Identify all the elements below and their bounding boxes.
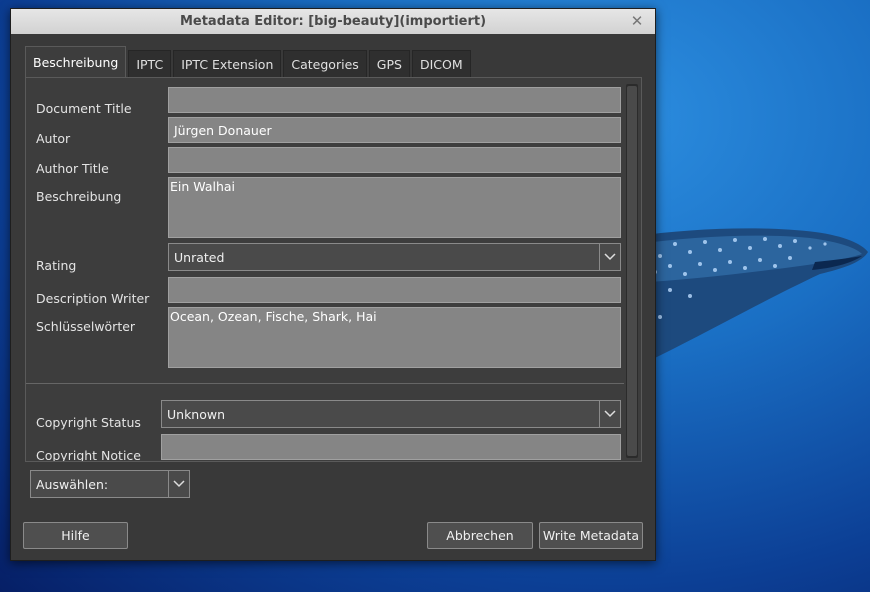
- document-title-label: Document Title: [36, 101, 132, 116]
- schluesselwoerter-textarea[interactable]: Ocean, Ozean, Fische, Shark, Hai: [168, 307, 621, 368]
- description-writer-label: Description Writer: [36, 291, 150, 306]
- autor-label: Autor: [36, 131, 71, 146]
- separator: [26, 383, 624, 384]
- copyright-status-value: Unknown: [167, 406, 226, 422]
- beschreibung-label: Beschreibung: [36, 189, 122, 204]
- tab-gps[interactable]: GPS: [368, 50, 410, 77]
- tab-categories[interactable]: Categories: [283, 50, 367, 77]
- tab-dicom[interactable]: DICOM: [411, 50, 471, 77]
- beschreibung-textarea[interactable]: Ein Walhai: [168, 177, 621, 238]
- window-title: Metadata Editor: [big-beauty](importiert…: [179, 14, 487, 29]
- document-title-field[interactable]: [168, 87, 621, 113]
- tab-bar: Beschreibung IPTC IPTC Extension Categor…: [25, 46, 473, 77]
- tab-iptc[interactable]: IPTC: [128, 50, 172, 77]
- auswaehlen-dropdown[interactable]: Auswählen:: [30, 470, 190, 498]
- copyright-notice-field[interactable]: [161, 434, 621, 460]
- title-bar: Metadata Editor: [big-beauty](importiert…: [11, 9, 655, 34]
- chevron-down-icon: [599, 401, 620, 427]
- vertical-scrollbar[interactable]: [626, 84, 638, 458]
- schluesselwoerter-label: Schlüsselwörter: [36, 319, 136, 334]
- auswaehlen-value: Auswählen:: [36, 476, 109, 492]
- write-metadata-button[interactable]: Write Metadata: [539, 522, 643, 549]
- rating-dropdown[interactable]: Unrated: [168, 243, 621, 271]
- cancel-button[interactable]: Abbrechen: [427, 522, 533, 549]
- description-writer-field[interactable]: [168, 277, 621, 303]
- beschreibung-panel: Document Title Autor Jürgen Donauer Auth…: [25, 77, 642, 462]
- copyright-notice-label: Copyright Notice: [36, 448, 141, 462]
- close-icon[interactable]: ✕: [629, 12, 645, 30]
- author-title-field[interactable]: [168, 147, 621, 173]
- rating-value: Unrated: [174, 249, 225, 265]
- copyright-status-label: Copyright Status: [36, 415, 141, 430]
- metadata-editor-dialog: Metadata Editor: [big-beauty](importiert…: [10, 8, 656, 561]
- chevron-down-icon: [168, 471, 189, 497]
- tab-beschreibung[interactable]: Beschreibung: [25, 46, 127, 77]
- autor-field[interactable]: Jürgen Donauer: [168, 117, 621, 143]
- author-title-label: Author Title: [36, 161, 109, 176]
- copyright-status-dropdown[interactable]: Unknown: [161, 400, 621, 428]
- help-button[interactable]: Hilfe: [23, 522, 128, 549]
- tab-iptc-extension[interactable]: IPTC Extension: [173, 50, 282, 77]
- rating-label: Rating: [36, 258, 77, 273]
- chevron-down-icon: [599, 244, 620, 270]
- scrollbar-thumb[interactable]: [627, 86, 637, 456]
